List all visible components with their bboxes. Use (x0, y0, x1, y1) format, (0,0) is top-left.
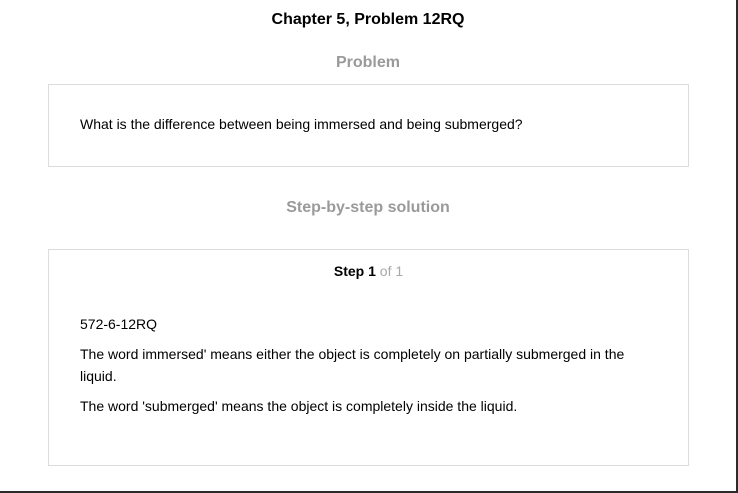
step-indicator: Step 1 of 1 (49, 263, 688, 279)
problem-card: What is the difference between being imm… (48, 84, 689, 167)
problem-heading: Problem (335, 54, 400, 71)
solution-page: Chapter 5, Problem 12RQ Problem What is … (0, 0, 738, 493)
problem-text: What is the difference between being imm… (80, 116, 523, 132)
solution-paragraph: The word 'submerged' means the object is… (80, 398, 518, 414)
solution-image-ref: 572-6-12RQ (80, 316, 158, 332)
solution-paragraph: The word immersed' means either the obje… (80, 346, 625, 384)
step-label: Step (333, 263, 365, 279)
solution-body: 572-6-12RQ The word immersed' means eith… (80, 313, 660, 425)
solution-heading: Step-by-step solution (286, 199, 450, 216)
chapter-title: Chapter 5, Problem 12RQ (271, 11, 465, 28)
step-number: 1 (368, 263, 376, 279)
solution-card: Step 1 of 1 572-6-12RQ The word immersed… (48, 249, 689, 466)
step-total: of 1 (379, 263, 404, 279)
